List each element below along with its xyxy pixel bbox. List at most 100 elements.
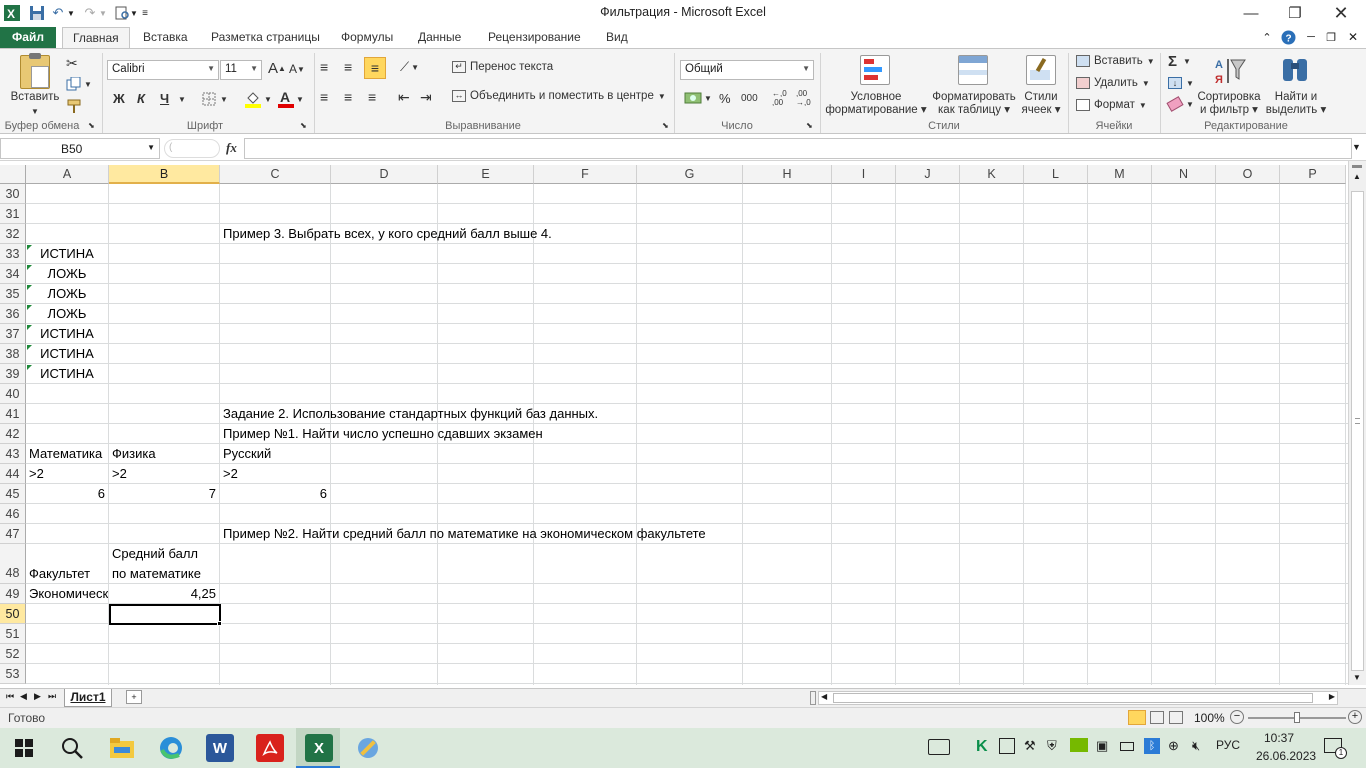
align-center-icon[interactable]: ≡ — [344, 89, 352, 105]
normal-view-icon[interactable] — [1128, 710, 1146, 725]
cell-b44[interactable]: >2 — [109, 464, 219, 483]
row-header-40[interactable]: 40 — [0, 384, 26, 404]
bluetooth-icon[interactable]: ᛒ — [1144, 738, 1160, 754]
insert-cells-button[interactable]: Вставить ▼ — [1076, 55, 1155, 67]
underline-button[interactable]: Ч — [160, 91, 169, 106]
cell-a45[interactable]: 6 — [26, 484, 108, 503]
thousands-separator-button[interactable]: 000 — [741, 93, 758, 104]
scroll-up-icon[interactable]: ▲ — [1353, 172, 1361, 181]
fill-button[interactable]: ↓ ▼ — [1168, 77, 1194, 89]
row-header-31[interactable]: 31 — [0, 204, 26, 224]
paste-dropdown-icon[interactable]: ▼ — [30, 105, 40, 118]
scroll-down-icon[interactable]: ▼ — [1353, 673, 1361, 682]
number-format-combo[interactable]: Общий ▼ — [680, 60, 814, 80]
row-header-51[interactable]: 51 — [0, 624, 26, 644]
row-header-34[interactable]: 34 — [0, 264, 26, 284]
font-name-combo[interactable]: Calibri ▼ — [107, 60, 219, 80]
clear-button[interactable]: ▼ — [1166, 96, 1194, 112]
decrease-indent-icon[interactable]: ⇤ — [398, 89, 410, 106]
row-header-46[interactable]: 46 — [0, 504, 26, 524]
word-icon[interactable]: W — [206, 734, 234, 762]
align-middle-icon[interactable]: ≡ — [344, 59, 352, 75]
last-sheet-icon[interactable]: ⏭ — [48, 691, 56, 702]
cell-a37[interactable]: ИСТИНА — [26, 324, 108, 343]
workbook-minimize-icon[interactable]: ─ — [1304, 28, 1318, 46]
zoom-slider-thumb[interactable] — [1294, 712, 1300, 723]
paste-icon[interactable] — [20, 53, 50, 89]
copy-icon[interactable]: ▼ — [66, 77, 92, 91]
cell-styles-icon[interactable] — [1026, 55, 1056, 85]
row-header-48[interactable]: 48 — [0, 544, 26, 584]
tablet-keyboard-icon[interactable] — [928, 739, 950, 755]
column-header-e[interactable]: E — [438, 165, 534, 184]
format-as-table-button[interactable]: Форматировать как таблицу ▾ — [928, 91, 1020, 117]
column-header-i[interactable]: I — [832, 165, 896, 184]
scroll-left-icon[interactable]: ◀ — [821, 692, 827, 701]
column-header-d[interactable]: D — [331, 165, 438, 184]
conditional-formatting-icon[interactable] — [860, 55, 890, 85]
page-layout-view-icon[interactable] — [1150, 711, 1164, 724]
row-header-39[interactable]: 39 — [0, 364, 26, 384]
tab-home[interactable]: Главная — [62, 27, 130, 48]
delete-cells-button[interactable]: Удалить ▼ — [1076, 77, 1150, 89]
formula-bar-splitter[interactable]: ( — [164, 139, 220, 158]
zoom-slider[interactable] — [1248, 712, 1346, 723]
column-header-c[interactable]: C — [220, 165, 331, 184]
column-header-o[interactable]: O — [1216, 165, 1280, 184]
sheet-tab-active[interactable]: Лист1 — [64, 689, 112, 707]
wrench-icon[interactable]: ⚒ — [1024, 738, 1036, 754]
column-header-k[interactable]: K — [960, 165, 1024, 184]
cut-icon[interactable]: ✂ — [66, 55, 78, 72]
grow-font-button[interactable]: A ▲ — [268, 60, 286, 77]
format-painter-icon[interactable] — [66, 99, 82, 113]
column-header-m[interactable]: M — [1088, 165, 1152, 184]
cell-b48b[interactable]: по математике — [109, 564, 219, 583]
minimize-ribbon-icon[interactable]: ⌃ — [1260, 28, 1274, 46]
minimize-icon[interactable]: — — [1228, 0, 1274, 26]
insert-sheet-icon[interactable]: + — [126, 690, 142, 704]
name-box[interactable]: B50 ▼ — [0, 138, 160, 159]
worksheet-grid[interactable]: ABCDEFGHIJKLMNOP 30 31 32 33 34 35 36 37 38 39 40 4… — [0, 165, 1348, 685]
cell-a38[interactable]: ИСТИНА — [26, 344, 108, 363]
workbook-close-icon[interactable]: ✕ — [1346, 28, 1360, 46]
horizontal-scrollbar[interactable]: ◀ ▶ — [818, 691, 1338, 705]
column-header-p[interactable]: P — [1280, 165, 1346, 184]
row-header-43[interactable]: 43 — [0, 444, 26, 464]
shrink-font-button[interactable]: A ▼ — [289, 62, 305, 76]
cell-styles-button[interactable]: Стили ячеек ▾ — [1018, 91, 1064, 117]
wrap-text-button[interactable]: ↵ Перенос текста — [452, 61, 553, 73]
row-header-42[interactable]: 42 — [0, 424, 26, 444]
align-left-icon[interactable]: ≡ — [320, 89, 328, 105]
cell-a35[interactable]: ЛОЖЬ — [26, 284, 108, 303]
cell-b45[interactable]: 7 — [109, 484, 219, 503]
fill-color-icon[interactable]: ▼ — [244, 90, 272, 108]
kaspersky-icon[interactable]: K — [976, 738, 988, 756]
find-select-icon[interactable] — [1280, 55, 1310, 85]
column-header-g[interactable]: G — [637, 165, 743, 184]
row-header-52[interactable]: 52 — [0, 644, 26, 664]
file-tab[interactable]: Файл — [0, 27, 56, 48]
cell-c43[interactable]: Русский — [220, 444, 330, 463]
row-header-38[interactable]: 38 — [0, 344, 26, 364]
cell-b48a[interactable]: Средний балл — [109, 544, 219, 563]
cell-a44[interactable]: >2 — [26, 464, 108, 483]
row-header-50[interactable]: 50 — [0, 604, 26, 624]
cell-c32[interactable]: Пример 3. Выбрать всех, у кого средний б… — [220, 224, 720, 243]
select-all-corner[interactable] — [0, 165, 26, 184]
align-bottom-icon[interactable]: ≡ — [364, 57, 386, 79]
excel-icon[interactable]: X — [305, 734, 333, 762]
column-header-j[interactable]: J — [896, 165, 960, 184]
active-cell-selection[interactable] — [109, 604, 221, 625]
column-header-b[interactable]: B — [109, 165, 220, 184]
clock-date[interactable]: 26.06.2023 — [1256, 749, 1316, 763]
row-header-30[interactable]: 30 — [0, 184, 26, 204]
insert-function-icon[interactable]: fx — [226, 140, 237, 156]
zoom-out-icon[interactable]: − — [1230, 710, 1244, 724]
cell-b49[interactable]: 4,25 — [109, 584, 219, 603]
cell-c41[interactable]: Задание 2. Использование стандартных фун… — [220, 404, 720, 423]
cell-b43[interactable]: Физика — [109, 444, 219, 463]
format-cells-button[interactable]: Формат ▼ — [1076, 99, 1147, 111]
cell-a33[interactable]: ИСТИНА — [26, 244, 108, 263]
column-header-l[interactable]: L — [1024, 165, 1088, 184]
increase-indent-icon[interactable]: ⇥ — [420, 89, 432, 106]
